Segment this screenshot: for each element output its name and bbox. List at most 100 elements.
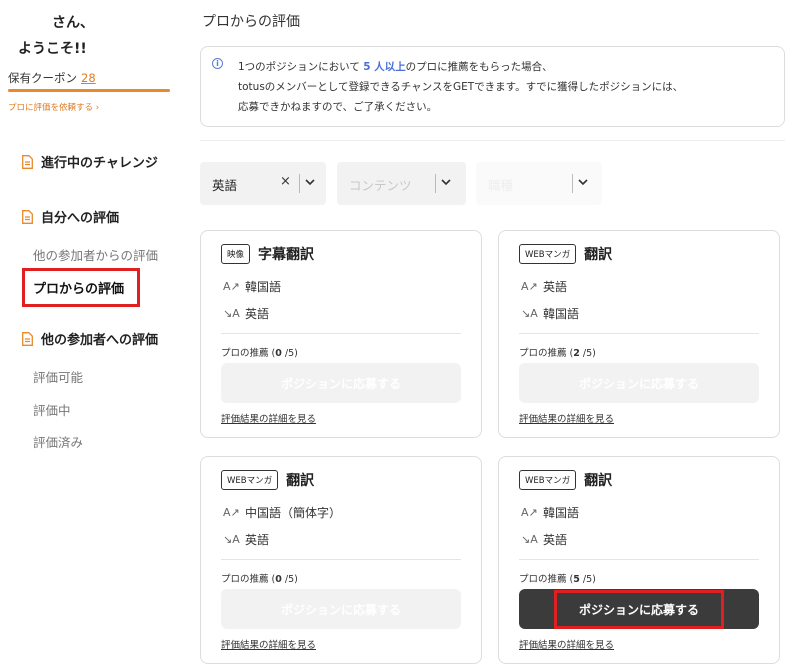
- nav-my-evaluation[interactable]: 自分への評価: [22, 207, 119, 226]
- info-line1-pre: 1つのポジションにおいて: [238, 61, 364, 73]
- card-header: 映像 字幕翻訳: [221, 244, 314, 264]
- card-header: WEBマンガ 翻訳: [221, 470, 314, 490]
- chevron-down-icon[interactable]: [577, 175, 589, 189]
- source-language: A↗ 韓国語: [223, 278, 281, 295]
- rec-count: 0: [275, 348, 282, 359]
- category-tag: WEBマンガ: [519, 244, 577, 264]
- source-language: A↗ 英語: [521, 278, 567, 295]
- card-title: 翻訳: [286, 473, 315, 489]
- target-language: ↘A 英語: [223, 531, 269, 548]
- target-language: ↘A 英語: [521, 531, 567, 548]
- filter-separator: [572, 174, 573, 193]
- source-language-icon: A↗: [521, 506, 538, 519]
- target-language-label: 韓国語: [543, 307, 580, 321]
- info-line-3: 応募できかねますので、ご了承ください。: [238, 101, 438, 113]
- divider: [200, 140, 785, 141]
- source-language-icon: A↗: [223, 506, 240, 519]
- job-filter-placeholder: 職種: [488, 178, 514, 193]
- rec-label: プロの推薦 (: [221, 574, 276, 585]
- coupon-info: 保有クーポン 28: [8, 70, 96, 86]
- info-line1-post: のプロに推薦をもらった場合、: [405, 61, 553, 73]
- content-filter[interactable]: コンテンツ: [337, 162, 466, 205]
- card-title: 字幕翻訳: [258, 247, 315, 263]
- target-language-icon: ↘A: [521, 533, 538, 546]
- target-language-label: 英語: [543, 533, 568, 547]
- card-title: 翻訳: [584, 473, 613, 489]
- source-language-label: 韓国語: [543, 506, 580, 520]
- coupon-label: 保有クーポン: [8, 71, 77, 85]
- source-language-label: 中国語（簡体字）: [245, 506, 342, 520]
- sidebar: さん、 ようこそ!! 保有クーポン 28 プロに評価を依頼する › 進行中のチャレ…: [0, 0, 180, 670]
- target-language-icon: ↘A: [223, 307, 240, 320]
- apply-button[interactable]: ポジションに応募する: [221, 363, 461, 403]
- category-tag: WEBマンガ: [519, 470, 577, 490]
- source-language-label: 韓国語: [245, 280, 282, 294]
- card-divider: [519, 333, 759, 334]
- rec-label: プロの推薦 (: [519, 574, 574, 585]
- rec-total: /5): [579, 574, 596, 585]
- nav-evaluate-others[interactable]: 他の参加者への評価: [22, 329, 158, 348]
- target-language-icon: ↘A: [521, 307, 538, 320]
- source-language-label: 英語: [543, 280, 568, 294]
- apply-button[interactable]: ポジションに応募する: [519, 363, 759, 403]
- content-filter-placeholder: コンテンツ: [349, 178, 412, 193]
- card-divider: [519, 559, 759, 560]
- info-box: i 1つのポジションにおいて 5 人以上のプロに推薦をもらった場合、 totus…: [200, 46, 785, 127]
- nav-evaluable[interactable]: 評価可能: [33, 367, 83, 386]
- clear-icon[interactable]: ×: [280, 174, 291, 189]
- nav-from-others[interactable]: 他の参加者からの評価: [33, 245, 158, 264]
- rec-label: プロの推薦 (: [519, 348, 574, 359]
- position-card: 映像 字幕翻訳 A↗ 韓国語 ↘A 英語 プロの推薦 (0 /5) ポジションに応募…: [200, 230, 482, 438]
- document-icon: [22, 154, 33, 169]
- card-divider: [221, 559, 461, 560]
- language-filter[interactable]: 英語 ×: [200, 162, 326, 205]
- card-title: 翻訳: [584, 247, 613, 263]
- greeting-line2: ようこそ!!: [18, 41, 87, 57]
- apply-button[interactable]: ポジションに応募する: [221, 589, 461, 629]
- recommendation-count: プロの推薦 (5 /5): [519, 571, 596, 585]
- document-icon: [22, 331, 33, 346]
- detail-link[interactable]: 評価結果の詳細を見る: [221, 411, 316, 425]
- source-language-icon: A↗: [521, 280, 538, 293]
- request-evaluation-link[interactable]: プロに評価を依頼する ›: [8, 101, 99, 113]
- recommendation-count: プロの推薦 (0 /5): [221, 571, 298, 585]
- filter-separator: [299, 174, 300, 193]
- target-language-label: 英語: [245, 307, 270, 321]
- nav-from-pro[interactable]: プロからの評価: [22, 268, 140, 307]
- info-line-1: 1つのポジションにおいて 5 人以上のプロに推薦をもらった場合、: [238, 59, 553, 74]
- rec-count: 5: [573, 574, 580, 585]
- nav-challenge[interactable]: 進行中のチャレンジ: [22, 152, 158, 171]
- chevron-down-icon[interactable]: [304, 175, 316, 189]
- source-language: A↗ 中国語（簡体字）: [223, 504, 341, 521]
- info-line1-highlight: 5 人以上: [363, 61, 406, 73]
- rec-count: 2: [573, 348, 580, 359]
- card-header: WEBマンガ 翻訳: [519, 470, 612, 490]
- info-icon: i: [212, 58, 223, 69]
- coupon-count-link[interactable]: 28: [81, 71, 96, 85]
- apply-button-active[interactable]: ポジションに応募する: [519, 589, 759, 629]
- document-icon: [22, 209, 33, 224]
- source-language-icon: A↗: [223, 280, 240, 293]
- info-line-2: totusのメンバーとして登録できるチャンスをGETできます。すでに獲得したポジ…: [238, 81, 684, 93]
- nav-evaluate-others-label: 他の参加者への評価: [41, 333, 159, 348]
- card-divider: [221, 333, 461, 334]
- rec-count: 0: [275, 574, 282, 585]
- detail-link[interactable]: 評価結果の詳細を見る: [221, 637, 316, 651]
- position-card: WEBマンガ 翻訳 A↗ 韓国語 ↘A 英語 プロの推薦 (5 /5) ポジションに…: [498, 456, 780, 664]
- page-title: プロからの評価: [202, 14, 300, 30]
- nav-my-evaluation-label: 自分への評価: [41, 211, 120, 226]
- target-language: ↘A 韓国語: [521, 305, 579, 322]
- job-filter[interactable]: 職種: [476, 162, 602, 205]
- nav-evaluated[interactable]: 評価済み: [33, 432, 83, 451]
- nav-evaluating[interactable]: 評価中: [33, 400, 71, 419]
- rec-total: /5): [579, 348, 596, 359]
- language-filter-value: 英語: [212, 178, 238, 193]
- target-language-label: 英語: [245, 533, 270, 547]
- chevron-down-icon[interactable]: [440, 175, 452, 189]
- recommendation-count: プロの推薦 (2 /5): [519, 345, 596, 359]
- position-card: WEBマンガ 翻訳 A↗ 中国語（簡体字） ↘A 英語 プロの推薦 (0 /5) ポ…: [200, 456, 482, 664]
- coupon-bar: [8, 89, 170, 92]
- category-tag: 映像: [221, 244, 251, 264]
- detail-link[interactable]: 評価結果の詳細を見る: [519, 637, 614, 651]
- detail-link[interactable]: 評価結果の詳細を見る: [519, 411, 614, 425]
